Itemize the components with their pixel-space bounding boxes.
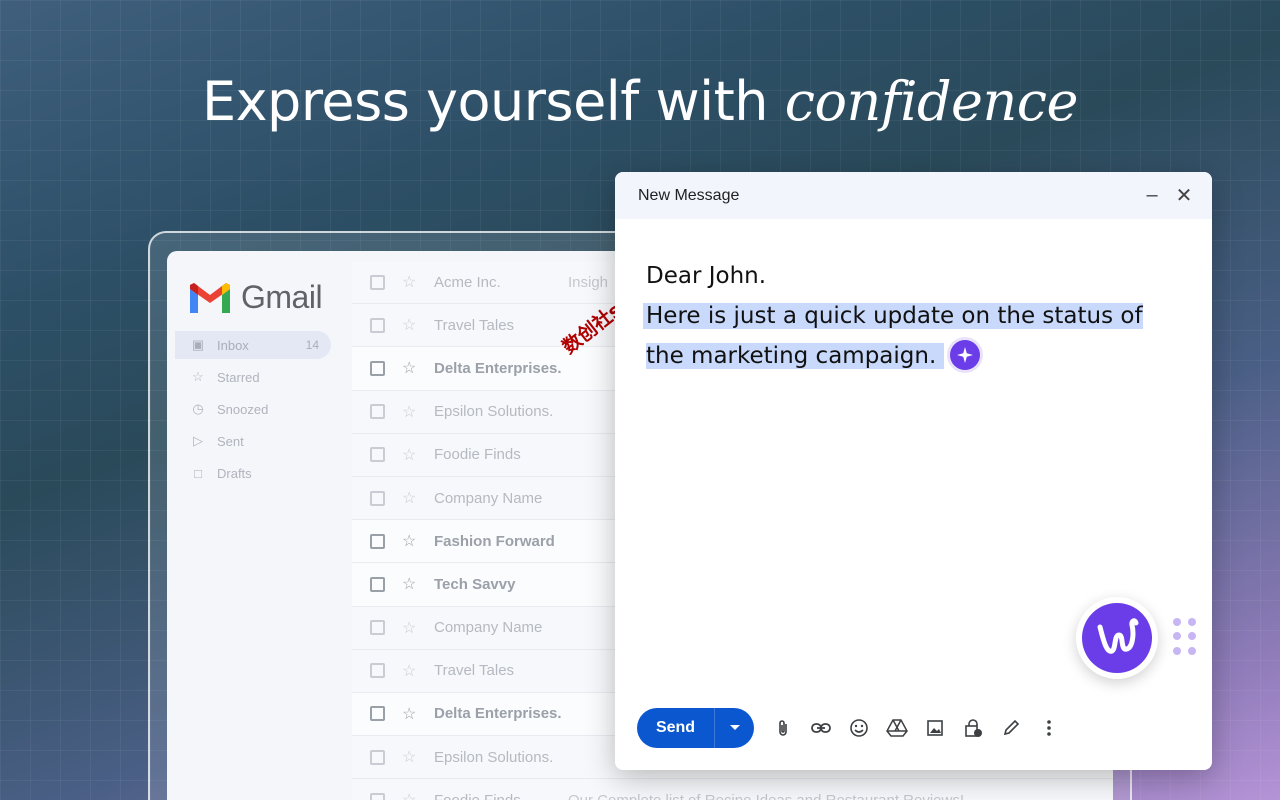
compose-toolbar: Send (637, 708, 1068, 748)
row-checkbox[interactable] (370, 404, 385, 419)
close-icon[interactable]: ✕ (1168, 183, 1200, 208)
email-subject: Insigh (568, 274, 608, 291)
star-icon[interactable]: ☆ (402, 445, 418, 465)
email-sender: Fashion Forward (434, 533, 564, 550)
nav-label: Starred (217, 370, 260, 385)
email-sender: Acme Inc. (434, 274, 564, 291)
send-button[interactable]: Send (637, 708, 714, 748)
row-checkbox[interactable] (370, 750, 385, 765)
row-checkbox[interactable] (370, 275, 385, 290)
star-icon[interactable]: ☆ (402, 315, 418, 335)
row-checkbox[interactable] (370, 577, 385, 592)
row-checkbox[interactable] (370, 706, 385, 721)
row-checkbox[interactable] (370, 534, 385, 549)
row-checkbox[interactable] (370, 793, 385, 800)
greeting-text: Dear John. (646, 256, 1186, 296)
gmail-brand: Gmail (241, 279, 322, 316)
drive-icon[interactable] (878, 708, 916, 748)
email-sender: Epsilon Solutions. (434, 403, 564, 420)
nav-item-sent[interactable]: ▷ Sent (175, 427, 355, 455)
inbox-count: 14 (306, 338, 319, 352)
star-icon[interactable]: ☆ (402, 618, 418, 638)
star-icon[interactable]: ☆ (402, 574, 418, 594)
star-icon[interactable]: ☆ (402, 790, 418, 800)
image-icon[interactable] (916, 708, 954, 748)
email-sender: Company Name (434, 619, 564, 636)
paperclip-icon[interactable] (764, 708, 802, 748)
formatting-tools (764, 708, 1068, 748)
star-icon[interactable]: ☆ (402, 747, 418, 767)
email-row[interactable]: ☆ Foodie Finds Our Complete list of Recipe… (352, 779, 1113, 800)
gmail-logo[interactable]: Gmail (187, 279, 322, 316)
email-sender: Travel Tales (434, 317, 564, 334)
email-sender: Foodie Finds (434, 446, 564, 463)
link-icon[interactable] (802, 708, 840, 748)
email-subject: Our Complete list of Recipe Ideas and Re… (568, 792, 964, 800)
nav-item-drafts[interactable]: □ Drafts (175, 459, 355, 487)
gmail-m-icon (187, 281, 233, 315)
headline-main: Express yourself with (202, 70, 768, 133)
gmail-nav: ▣ Inbox 14 ☆ Starred ◷ Snoozed ▷ Sent □ … (175, 331, 355, 491)
nav-label: Drafts (217, 466, 252, 481)
send-button-group: Send (637, 708, 754, 748)
nav-label: Inbox (217, 338, 249, 353)
compose-window: New Message – ✕ Dear John. Here is just … (615, 172, 1212, 770)
star-icon[interactable]: ☆ (402, 272, 418, 292)
send-icon: ▷ (191, 433, 205, 449)
nav-item-starred[interactable]: ☆ Starred (175, 363, 355, 391)
email-sender: Delta Enterprises. (434, 705, 564, 722)
row-checkbox[interactable] (370, 491, 385, 506)
row-checkbox[interactable] (370, 318, 385, 333)
more-vert-icon[interactable] (1030, 708, 1068, 748)
nav-item-inbox[interactable]: ▣ Inbox 14 (175, 331, 331, 359)
star-icon[interactable]: ☆ (402, 531, 418, 551)
minimize-icon[interactable]: – (1136, 184, 1168, 207)
headline-italic: confidence (785, 70, 1078, 133)
sparkle-icon (956, 346, 974, 364)
star-icon[interactable]: ☆ (402, 661, 418, 681)
row-checkbox[interactable] (370, 447, 385, 462)
highlighted-text: Here is just a quick update on the statu… (643, 303, 1143, 369)
email-sender: Travel Tales (434, 662, 564, 679)
compose-header: New Message – ✕ (615, 172, 1212, 219)
headline: Express yourself with confidence (0, 70, 1280, 133)
row-checkbox[interactable] (370, 361, 385, 376)
star-icon[interactable]: ☆ (402, 488, 418, 508)
writing-assistant-logo-icon (1082, 603, 1152, 673)
file-icon: □ (191, 466, 205, 481)
email-sender: Epsilon Solutions. (434, 749, 564, 766)
gmail-sidebar: Gmail ▣ Inbox 14 ☆ Starred ◷ Snoozed ▷ S… (175, 251, 355, 800)
nav-item-snoozed[interactable]: ◷ Snoozed (175, 395, 355, 423)
lock-clock-icon[interactable] (954, 708, 992, 748)
pen-icon[interactable] (992, 708, 1030, 748)
star-icon: ☆ (191, 369, 205, 385)
emoji-icon[interactable] (840, 708, 878, 748)
inbox-icon: ▣ (191, 337, 205, 353)
email-sender: Tech Savvy (434, 576, 564, 593)
ai-sparkle-button[interactable] (950, 340, 980, 370)
star-icon[interactable]: ☆ (402, 358, 418, 378)
send-options-chevron-icon[interactable] (714, 708, 754, 748)
compose-body[interactable]: Dear John. Here is just a quick update o… (646, 256, 1186, 376)
star-icon[interactable]: ☆ (402, 704, 418, 724)
clock-icon: ◷ (191, 401, 205, 417)
email-sender: Foodie Finds (434, 792, 564, 800)
drag-handle-icon[interactable] (1173, 618, 1197, 656)
email-sender: Company Name (434, 490, 564, 507)
row-checkbox[interactable] (370, 663, 385, 678)
writing-assistant-button[interactable] (1076, 597, 1158, 679)
compose-title: New Message (638, 187, 1136, 205)
nav-label: Snoozed (217, 402, 268, 417)
row-checkbox[interactable] (370, 620, 385, 635)
nav-label: Sent (217, 434, 244, 449)
email-sender: Delta Enterprises. (434, 360, 564, 377)
star-icon[interactable]: ☆ (402, 402, 418, 422)
